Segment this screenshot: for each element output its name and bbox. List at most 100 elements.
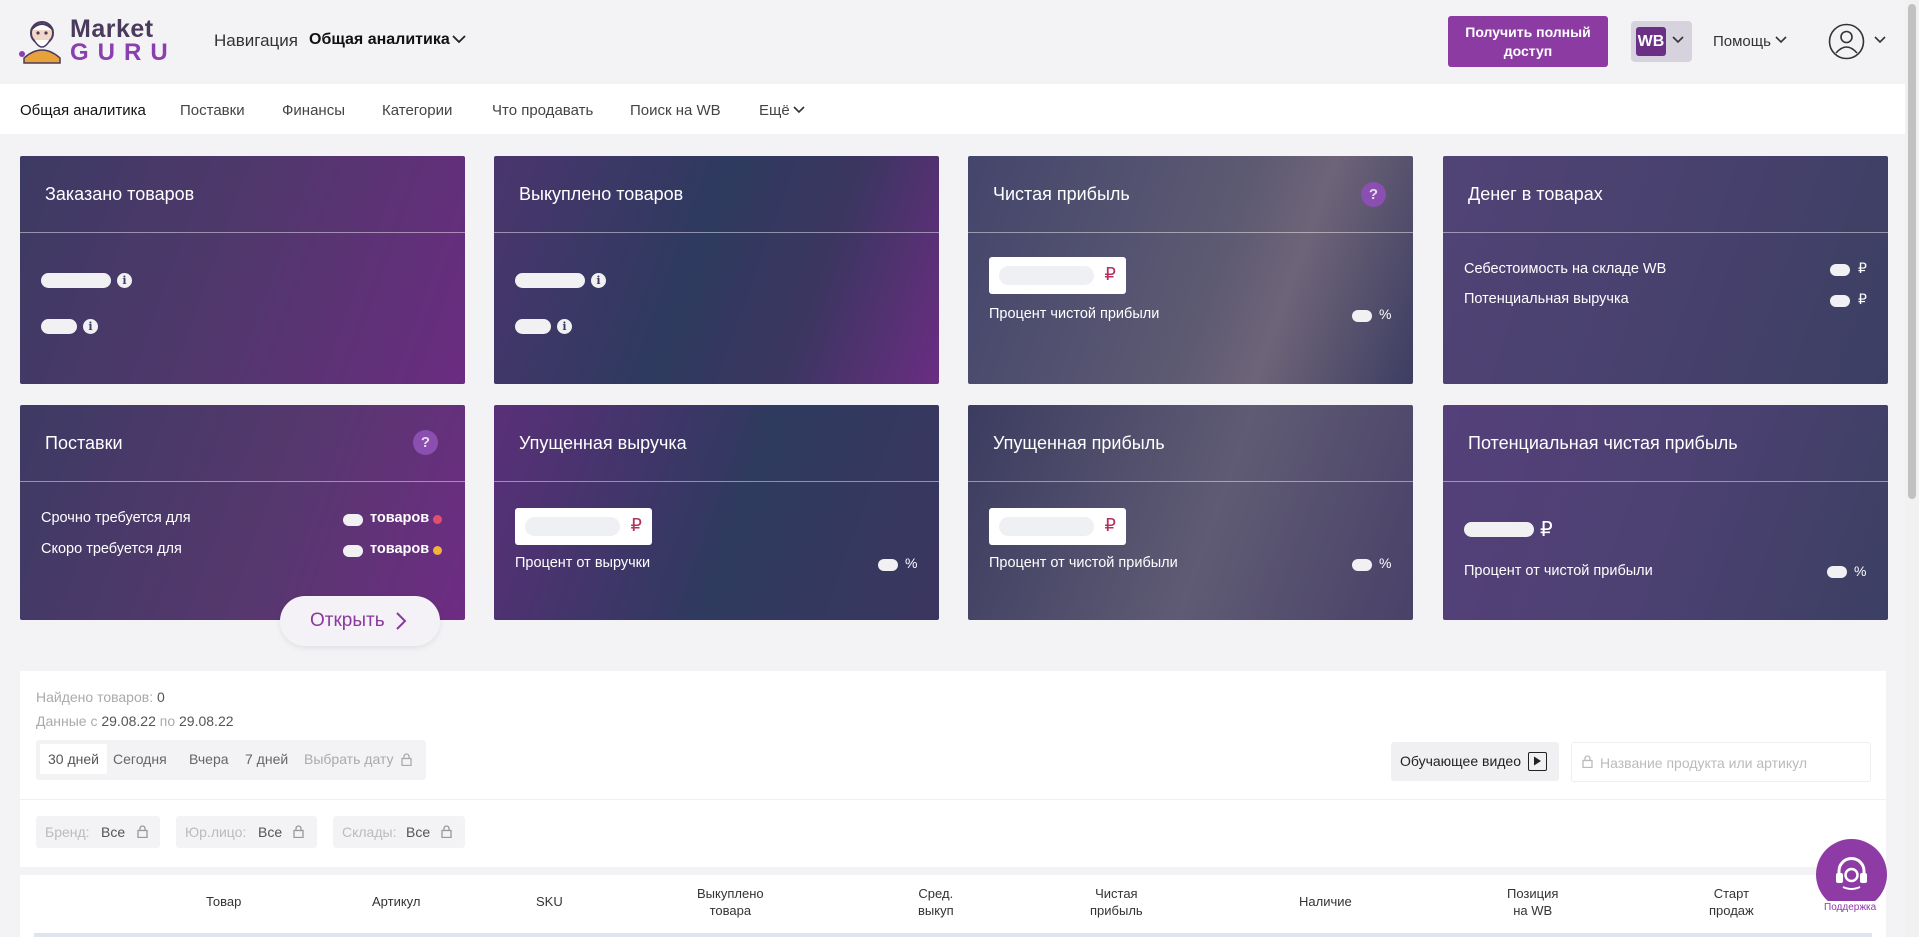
- value-placeholder: [343, 514, 363, 526]
- info-icon[interactable]: i: [591, 273, 606, 288]
- info-icon[interactable]: i: [117, 273, 132, 288]
- tab-what-to-sell[interactable]: Что продавать: [492, 102, 593, 119]
- nav-dropdown-value[interactable]: Общая аналитика: [309, 31, 450, 49]
- money-value-box: ₽: [989, 257, 1126, 294]
- card-title: Чистая прибыль: [993, 184, 1130, 204]
- play-icon: [1528, 752, 1547, 771]
- chevron-down-icon: [1672, 36, 1684, 44]
- period-selector: 30 дней Сегодня Вчера 7 дней Выбрать дат…: [36, 740, 426, 780]
- card-title: Выкуплено товаров: [519, 184, 684, 204]
- help-question-icon[interactable]: ?: [1361, 182, 1386, 207]
- card-title: Заказано товаров: [45, 184, 195, 204]
- card-bought-goods: Выкуплено товаров i i: [494, 156, 939, 384]
- tab-search-wb[interactable]: Поиск на WB: [630, 102, 721, 119]
- help-menu[interactable]: Помощь: [1713, 33, 1771, 50]
- info-icon[interactable]: i: [557, 319, 572, 334]
- tab-supplies[interactable]: Поставки: [180, 102, 245, 119]
- help-question-icon[interactable]: ?: [413, 430, 438, 455]
- value-placeholder: [41, 273, 111, 288]
- marketplace-selector[interactable]: WB: [1631, 21, 1692, 62]
- period-choose-date[interactable]: Выбрать дату: [304, 751, 394, 767]
- column-header-product[interactable]: Товар: [206, 893, 241, 910]
- column-header-avg-buyout[interactable]: Сред. выкуп: [918, 885, 954, 919]
- period-yesterday[interactable]: Вчера: [189, 751, 229, 767]
- chevron-down-icon[interactable]: [793, 106, 805, 114]
- column-header-sales-start[interactable]: Старт продаж: [1709, 885, 1754, 919]
- filter-brand[interactable]: Бренд: Все: [36, 816, 160, 848]
- period-30-days[interactable]: 30 дней: [40, 744, 107, 774]
- ruble-icon: ₽: [1858, 291, 1867, 307]
- goods-unit: товаров: [370, 541, 430, 557]
- filter-warehouses[interactable]: Склады: Все: [333, 816, 465, 848]
- card-lost-profit: Упущенная прибыль ₽ Процент от чистой пр…: [968, 405, 1413, 620]
- date-range-text: Данные с 29.08.22 по 29.08.22: [36, 713, 234, 729]
- open-button-label: Открыть: [310, 610, 385, 631]
- card-lost-revenue: Упущенная выручка ₽ Процент от выручки %: [494, 405, 939, 620]
- value-placeholder: [41, 319, 77, 334]
- column-header-wb-position[interactable]: Позиция на WB: [1507, 885, 1558, 919]
- product-search-input[interactable]: Название продукта или артикул: [1571, 742, 1871, 782]
- found-count: Найдено товаров: 0: [36, 689, 165, 705]
- filter-legal-entity[interactable]: Юр.лицо: Все: [176, 816, 317, 848]
- money-value-box: ₽: [515, 508, 652, 545]
- column-header-net-profit[interactable]: Чистая прибыль: [1090, 885, 1143, 919]
- scrollbar-thumb[interactable]: [1908, 4, 1916, 499]
- tutorial-video-button[interactable]: Обучающее видео: [1391, 742, 1559, 781]
- column-header-sku[interactable]: SKU: [536, 893, 563, 910]
- logo[interactable]: Market GURU: [18, 14, 168, 68]
- value-placeholder: [1352, 559, 1372, 571]
- card-title: Потенциальная чистая прибыль: [1468, 433, 1738, 453]
- top-header: Market GURU Навигация Общая аналитика По…: [0, 0, 1905, 84]
- support-button[interactable]: [1816, 839, 1887, 910]
- card-title: Упущенная выручка: [519, 433, 687, 453]
- net-profit-percent-label: Процент от чистой прибыли: [989, 555, 1178, 571]
- lock-icon: [293, 825, 304, 838]
- tab-general-analytics[interactable]: Общая аналитика: [20, 102, 146, 119]
- card-title: Упущенная прибыль: [993, 433, 1165, 453]
- value-placeholder: [343, 545, 363, 557]
- open-button[interactable]: Открыть: [280, 596, 440, 646]
- net-profit-percent-label: Процент от чистой прибыли: [1464, 563, 1653, 579]
- chevron-down-icon[interactable]: [1775, 36, 1787, 44]
- user-avatar-icon[interactable]: [1828, 23, 1865, 60]
- soon-status-dot: [433, 546, 442, 555]
- info-icon[interactable]: i: [83, 319, 98, 334]
- period-today[interactable]: Сегодня: [113, 751, 167, 767]
- value-placeholder: [515, 273, 585, 288]
- percent-unit: %: [1379, 306, 1392, 322]
- filter-warehouses-value: Все: [406, 824, 431, 840]
- tab-more[interactable]: Ещё: [759, 102, 790, 119]
- section-tabs: Общая аналитика Поставки Финансы Категор…: [0, 84, 1905, 134]
- lock-icon: [441, 825, 452, 838]
- potential-revenue-label: Потенциальная выручка: [1464, 291, 1629, 307]
- period-7-days[interactable]: 7 дней: [245, 751, 288, 767]
- column-header-stock[interactable]: Наличие: [1299, 893, 1352, 910]
- value-placeholder: [1827, 566, 1847, 578]
- found-count-value: 0: [156, 689, 165, 705]
- value-placeholder: [1830, 264, 1850, 276]
- date-from: 29.08.22: [101, 713, 156, 729]
- value-placeholder: [515, 319, 551, 334]
- page-scrollbar[interactable]: [1905, 0, 1919, 937]
- lock-icon: [401, 753, 412, 766]
- column-header-article[interactable]: Артикул: [372, 893, 420, 910]
- get-full-access-button[interactable]: Получить полный доступ: [1448, 16, 1608, 67]
- percent-unit: %: [1379, 555, 1392, 571]
- soon-need-label: Скоро требуется для: [41, 541, 182, 557]
- column-header-bought[interactable]: Выкуплено товара: [697, 885, 764, 919]
- ruble-icon: ₽: [1104, 264, 1116, 284]
- value-placeholder: [1464, 522, 1534, 537]
- card-ordered-goods: Заказано товаров i i: [20, 156, 465, 384]
- cost-on-wb-warehouse-label: Себестоимость на складе WB: [1464, 261, 1667, 277]
- percent-unit: %: [905, 555, 918, 571]
- date-to: 29.08.22: [179, 713, 234, 729]
- card-title: Денег в товарах: [1468, 184, 1603, 204]
- tab-categories[interactable]: Категории: [382, 102, 452, 119]
- chevron-down-icon[interactable]: [452, 35, 466, 44]
- wb-badge: WB: [1636, 27, 1666, 56]
- tab-finance[interactable]: Финансы: [282, 102, 345, 119]
- card-supplies: Поставки ? Срочно требуется для товаров …: [20, 405, 465, 620]
- lock-icon: [137, 825, 148, 838]
- chevron-down-icon[interactable]: [1874, 36, 1886, 44]
- value-placeholder: [1830, 295, 1850, 307]
